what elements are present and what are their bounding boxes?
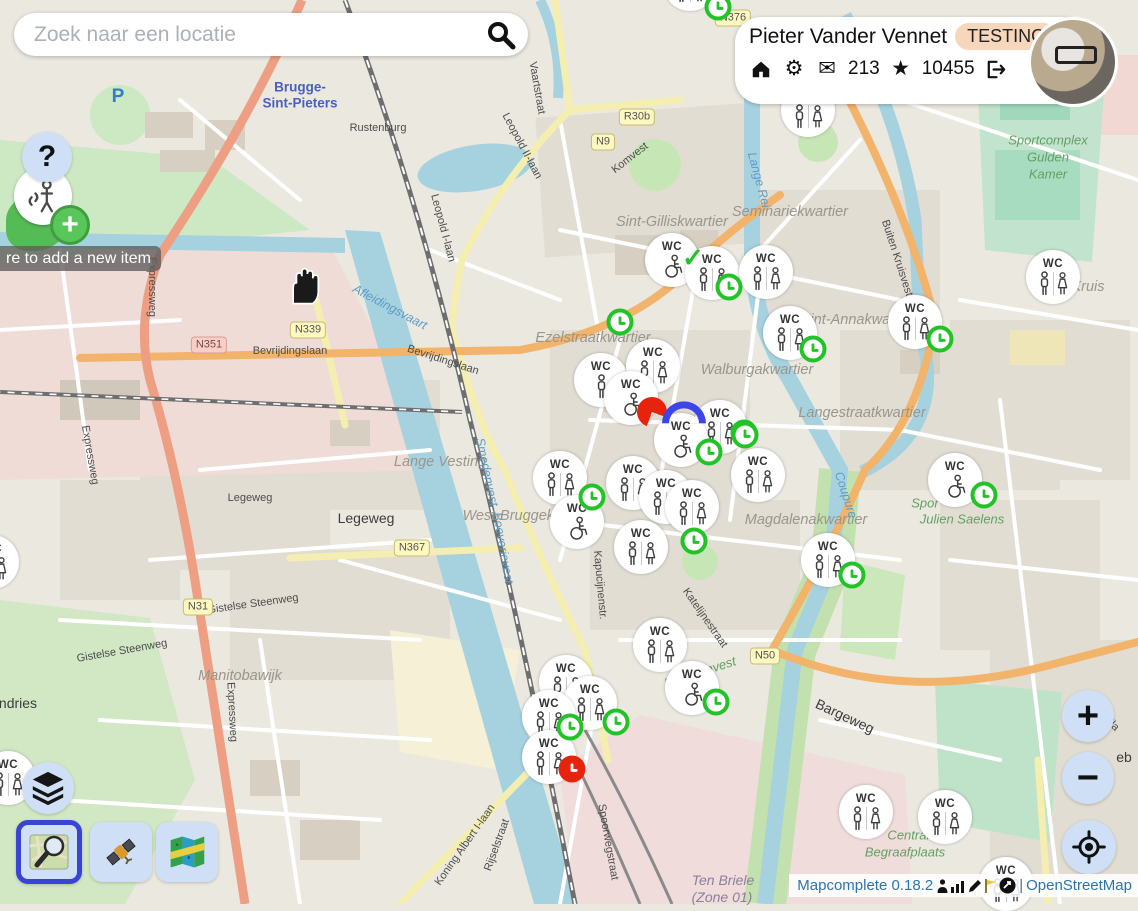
gear-icon[interactable]: ⚙ xyxy=(782,57,806,81)
add-plus-icon[interactable]: + xyxy=(50,205,90,245)
attribution-circle-icon xyxy=(999,877,1016,894)
user-name: Pieter Vander Vennet xyxy=(749,25,947,49)
basemap-osm-button[interactable] xyxy=(16,820,82,884)
help-button[interactable]: ? xyxy=(22,132,72,182)
star-icon: ★ xyxy=(889,57,913,81)
zoom-in-label: + xyxy=(1077,695,1099,738)
zoom-out-button[interactable]: − xyxy=(1062,752,1114,804)
mail-icon[interactable]: ✉ xyxy=(815,57,839,81)
layers-button[interactable] xyxy=(22,762,74,814)
messages-count: 213 xyxy=(848,58,880,80)
attribution-icons xyxy=(936,877,1016,894)
arc-blue-shape xyxy=(662,401,706,423)
changesets-count: 10455 xyxy=(922,58,975,80)
pen-icon xyxy=(967,878,983,894)
osm-link[interactable]: OpenStreetMap xyxy=(1026,877,1132,894)
app-version[interactable]: Mapcomplete 0.18.2 xyxy=(797,877,933,894)
flag-icon xyxy=(984,878,998,894)
user-icon xyxy=(936,878,949,894)
avatar[interactable] xyxy=(1028,17,1118,107)
add-item-tooltip: re to add a new item xyxy=(0,246,161,271)
home-icon[interactable] xyxy=(749,57,773,81)
satellite-icon xyxy=(101,832,141,872)
map-decor-layer xyxy=(0,0,1138,904)
search-input[interactable] xyxy=(32,22,486,48)
search-icon[interactable] xyxy=(486,20,516,50)
basemap-satellite-button[interactable] xyxy=(90,822,152,882)
attribution-bar: Mapcomplete 0.18.2 | OpenStreetMap xyxy=(789,874,1138,897)
hand-cursor-icon xyxy=(283,262,323,308)
osm-carto-icon xyxy=(27,830,71,874)
search-bar[interactable] xyxy=(14,13,528,56)
zoom-out-label: − xyxy=(1077,757,1099,800)
stats-icon xyxy=(950,878,966,894)
geolocate-button[interactable] xyxy=(1062,820,1116,874)
attribution-separator: | xyxy=(1019,877,1023,894)
crosshair-icon xyxy=(1072,830,1106,864)
help-label: ? xyxy=(38,140,56,174)
basemap-map-button[interactable] xyxy=(156,822,218,882)
folded-map-icon xyxy=(167,832,207,872)
zoom-in-button[interactable]: + xyxy=(1062,690,1114,742)
logout-icon[interactable] xyxy=(984,57,1008,81)
